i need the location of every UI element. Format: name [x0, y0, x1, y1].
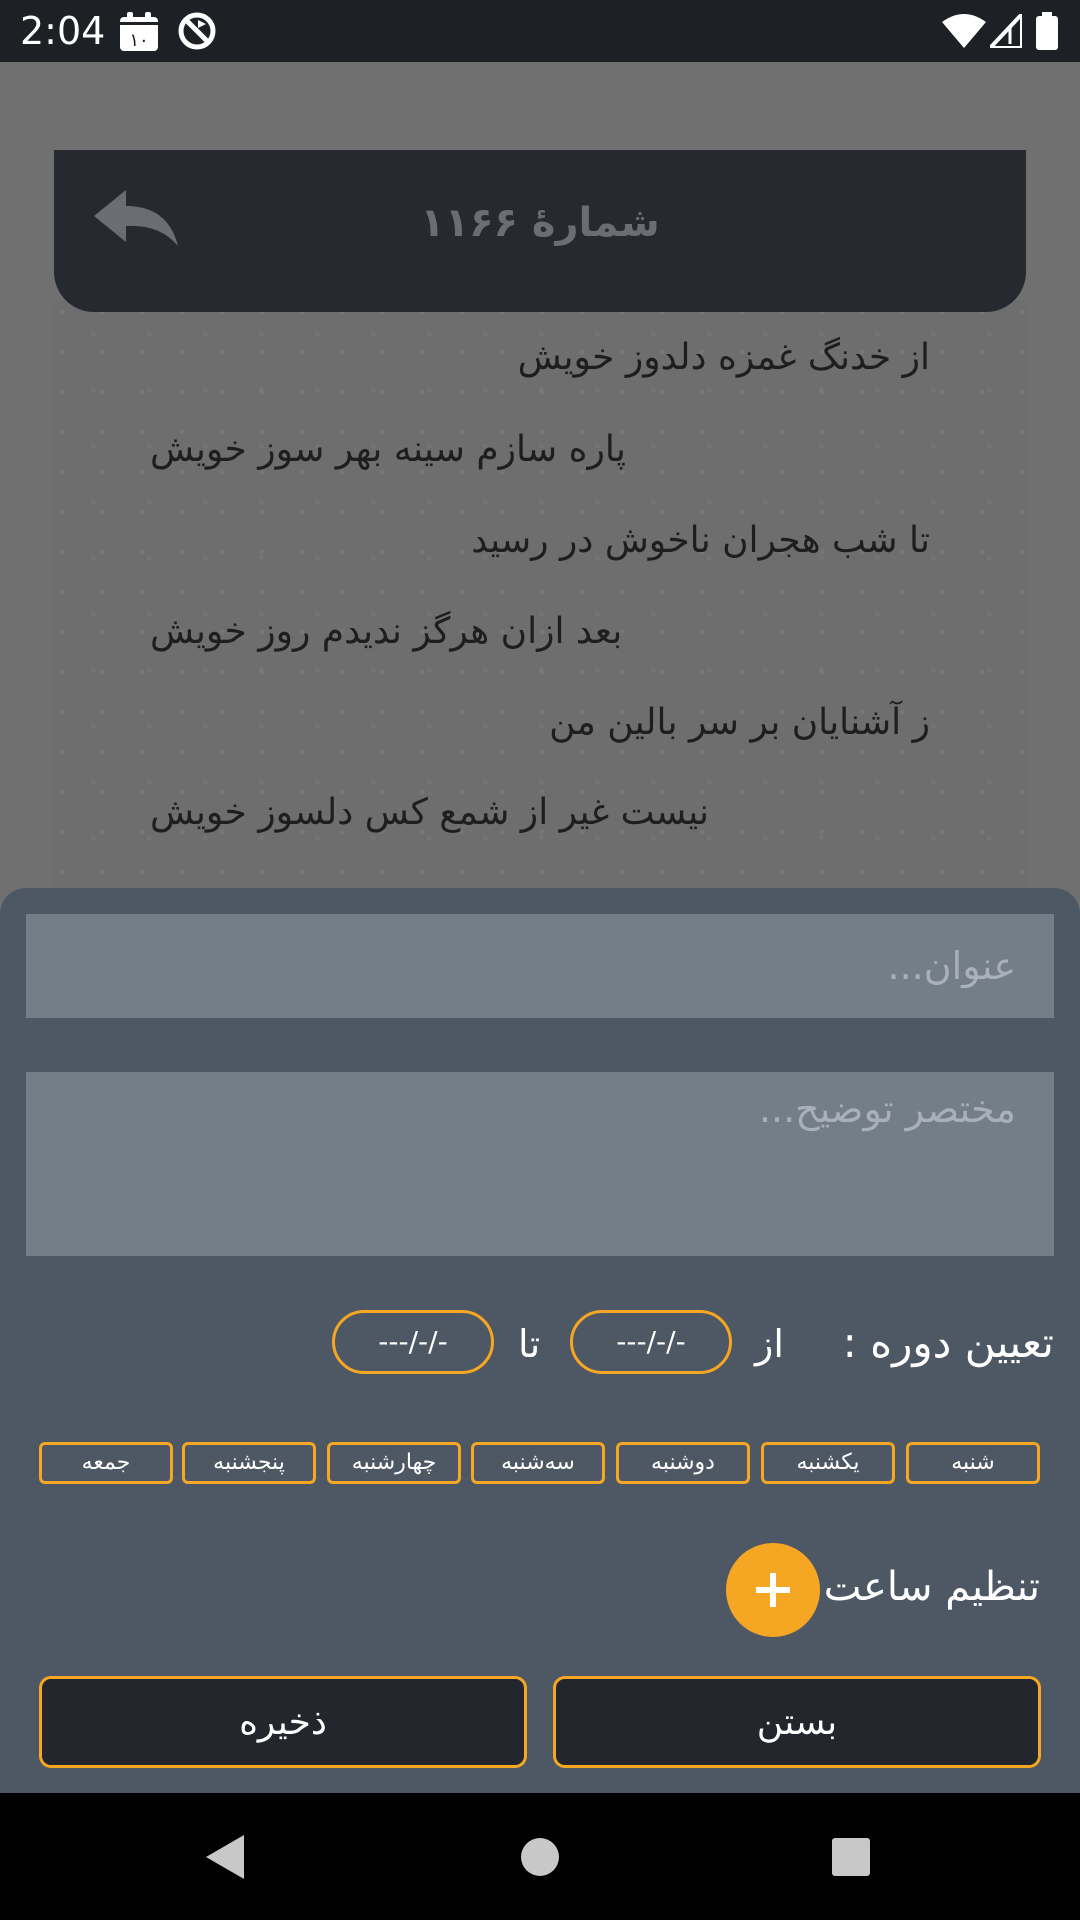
add-time-button[interactable]: [726, 1543, 820, 1637]
calendar-icon: ۱۰: [118, 12, 160, 56]
title-input[interactable]: [26, 914, 1054, 1018]
time-label: تنظیم ساعت :: [797, 1564, 1040, 1610]
poem-line: تا شب هجران ناخوش در رسید: [471, 520, 930, 561]
poem-line: از خدنگ غمزه دلدوز خویش: [517, 337, 930, 378]
day-toggle-monday[interactable]: دوشنبه: [616, 1442, 750, 1484]
poem-number-title: شمارهٔ ۱۱۶۶: [420, 200, 660, 246]
day-toggle-friday[interactable]: جمعه: [39, 1442, 173, 1484]
day-toggle-saturday[interactable]: شنبه: [906, 1442, 1040, 1484]
from-date-button[interactable]: ---/-/-: [570, 1310, 732, 1374]
sync-disabled-icon: [176, 10, 218, 56]
nav-recents-icon[interactable]: [831, 1837, 871, 1881]
day-toggle-wednesday[interactable]: چهارشنبه: [327, 1442, 461, 1484]
day-toggle-thursday[interactable]: پنجشنبه: [182, 1442, 316, 1484]
poem-line: ز آشنایان بر سر بالین من: [549, 702, 930, 743]
day-toggle-sunday[interactable]: یکشنبه: [761, 1442, 895, 1484]
nav-home-icon[interactable]: [520, 1837, 560, 1881]
day-toggle-tuesday[interactable]: سه‌شنبه: [471, 1442, 605, 1484]
screen: 2:04 ۱۰ شمارهٔ ۱۱۶۶ از خدنگ غمزه دلدوز خ…: [0, 0, 1080, 1920]
reader-header: شمارهٔ ۱۱۶۶: [54, 150, 1026, 312]
poem-line: نیست غیر از شمع کس دلسوز خویش: [150, 792, 709, 833]
to-label: تا: [518, 1322, 541, 1366]
poem-line: پاره سازم سینه بهر سوز خویش: [150, 429, 626, 470]
nav-back-icon[interactable]: [204, 1833, 246, 1885]
status-time: 2:04: [20, 9, 106, 53]
save-button[interactable]: ذخیره: [39, 1676, 527, 1768]
description-input[interactable]: [26, 1072, 1054, 1256]
close-button[interactable]: بستن: [553, 1676, 1041, 1768]
to-date-button[interactable]: ---/-/-: [332, 1310, 494, 1374]
signal-icon: [985, 8, 1024, 52]
period-label: تعیین دوره :: [842, 1318, 1054, 1367]
plus-icon: [756, 1573, 790, 1607]
reminder-bottom-sheet: تعیین دوره : از ---/-/- تا ---/-/- شنبه …: [0, 888, 1080, 1793]
status-bar: 2:04 ۱۰: [0, 0, 1080, 62]
from-label: از: [755, 1322, 784, 1366]
battery-icon: [1036, 12, 1058, 54]
poem-line: بعد ازان هرگز ندیدم روز خویش: [150, 611, 623, 652]
navigation-bar: [0, 1793, 1080, 1920]
svg-text:۱۰: ۱۰: [129, 30, 148, 51]
wifi-icon: [942, 14, 986, 52]
